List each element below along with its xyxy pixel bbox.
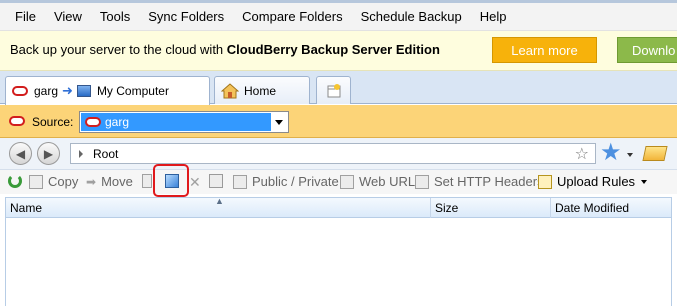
promo-text: Back up your server to the cloud with Cl… bbox=[10, 42, 440, 57]
my-computer-icon bbox=[76, 85, 91, 97]
menu-bar: File View Tools Sync Folders Compare Fol… bbox=[0, 3, 677, 31]
headers-icon bbox=[415, 174, 429, 189]
promo-banner: Back up your server to the cloud with Cl… bbox=[0, 31, 677, 71]
selected-storage-icon bbox=[85, 117, 101, 127]
copy-label: Copy bbox=[48, 174, 79, 189]
favorites-icon[interactable]: ★ bbox=[600, 141, 622, 165]
copy-icon bbox=[29, 174, 43, 189]
file-list[interactable] bbox=[5, 218, 672, 306]
path-text: Root bbox=[93, 147, 119, 161]
source-bar: Source: garg bbox=[0, 105, 677, 138]
column-name[interactable]: Name bbox=[10, 201, 42, 215]
address-bar: ◀ ▶ Root ☆ ★ bbox=[0, 138, 677, 170]
path-expand-icon[interactable] bbox=[79, 150, 83, 158]
promo-lead: Back up your server to the cloud with bbox=[10, 42, 227, 57]
chevron-down-icon bbox=[641, 179, 648, 184]
path-field[interactable]: Root ☆ bbox=[70, 143, 596, 164]
learn-more-button[interactable]: Learn more bbox=[492, 37, 597, 63]
acl-icon bbox=[233, 174, 247, 189]
source-value-text: garg bbox=[105, 115, 130, 129]
delete-icon: ✕ bbox=[189, 174, 201, 190]
set-http-headers-label: Set HTTP Headers bbox=[434, 174, 544, 189]
menu-help[interactable]: Help bbox=[471, 9, 516, 24]
web-url-button[interactable]: Web URL bbox=[340, 174, 415, 189]
public-private-button[interactable]: Public / Private bbox=[233, 174, 339, 189]
sort-indicator-icon: ▲ bbox=[215, 196, 224, 206]
source-label: Source: bbox=[32, 115, 74, 129]
menu-view[interactable]: View bbox=[45, 9, 91, 24]
column-size[interactable]: Size bbox=[435, 201, 458, 215]
promo-product: CloudBerry Backup Server Edition bbox=[226, 42, 440, 57]
toolbar: Copy ➡ Move ✕ Public / Private Web URL S… bbox=[0, 170, 677, 194]
set-http-headers-button[interactable]: Set HTTP Headers bbox=[415, 174, 544, 189]
tab-bar: garg ➜ My Computer Home bbox=[0, 71, 677, 105]
chevron-down-icon[interactable] bbox=[275, 120, 283, 125]
source-selected-value: garg bbox=[81, 113, 271, 131]
menu-compare-folders[interactable]: Compare Folders bbox=[233, 9, 351, 24]
column-date-modified[interactable]: Date Modified bbox=[555, 201, 629, 215]
move-icon: ➡ bbox=[86, 174, 97, 189]
tab-home[interactable]: Home bbox=[214, 76, 310, 104]
web-url-icon bbox=[340, 174, 354, 189]
tab-dest-label: My Computer bbox=[96, 84, 169, 98]
menu-schedule-backup[interactable]: Schedule Backup bbox=[352, 9, 471, 24]
upload-rules-button[interactable]: Upload Rules bbox=[538, 174, 648, 189]
column-divider[interactable] bbox=[550, 198, 551, 218]
back-button[interactable]: ◀ bbox=[9, 142, 32, 165]
forward-button[interactable]: ▶ bbox=[37, 142, 60, 165]
download-button[interactable]: Downlo bbox=[617, 37, 677, 63]
menu-tools[interactable]: Tools bbox=[91, 9, 139, 24]
open-folder-icon[interactable] bbox=[642, 146, 668, 161]
tab-home-label: Home bbox=[244, 83, 277, 98]
web-url-label: Web URL bbox=[359, 174, 416, 189]
properties-button[interactable] bbox=[209, 174, 228, 188]
tab-source-label: garg bbox=[34, 84, 59, 98]
properties-icon bbox=[209, 174, 223, 188]
move-label: Move bbox=[101, 174, 133, 189]
arrow-right-icon: ➜ bbox=[62, 83, 73, 98]
refresh-button[interactable] bbox=[8, 174, 27, 188]
upload-rules-icon bbox=[538, 174, 552, 189]
source-storage-icon bbox=[9, 116, 25, 126]
refresh-icon bbox=[8, 174, 22, 188]
rename-icon bbox=[142, 174, 152, 188]
favorites-dropdown-icon[interactable] bbox=[627, 153, 633, 157]
arrow-right-icon: ▶ bbox=[43, 146, 54, 161]
new-tab-icon bbox=[327, 83, 340, 97]
favorite-star-icon[interactable]: ☆ bbox=[575, 144, 589, 164]
file-list-header: ▲ Name Size Date Modified bbox=[5, 196, 672, 218]
copy-button[interactable]: Copy bbox=[29, 174, 78, 189]
menu-file[interactable]: File bbox=[6, 9, 45, 24]
menu-sync-folders[interactable]: Sync Folders bbox=[139, 9, 233, 24]
new-tab-button[interactable] bbox=[316, 76, 351, 104]
tab-garg-my-computer[interactable]: garg ➜ My Computer bbox=[5, 76, 210, 105]
source-dropdown[interactable]: garg bbox=[79, 111, 289, 133]
public-private-label: Public / Private bbox=[252, 174, 339, 189]
arrow-left-icon: ◀ bbox=[15, 146, 26, 161]
column-divider[interactable] bbox=[430, 198, 431, 218]
home-icon bbox=[221, 82, 239, 98]
move-button[interactable]: ➡ Move bbox=[86, 174, 133, 189]
delete-button[interactable]: ✕ bbox=[189, 174, 206, 190]
upload-rules-label: Upload Rules bbox=[557, 174, 636, 189]
annotation-highlight bbox=[153, 164, 189, 197]
storage-account-icon bbox=[12, 86, 28, 96]
